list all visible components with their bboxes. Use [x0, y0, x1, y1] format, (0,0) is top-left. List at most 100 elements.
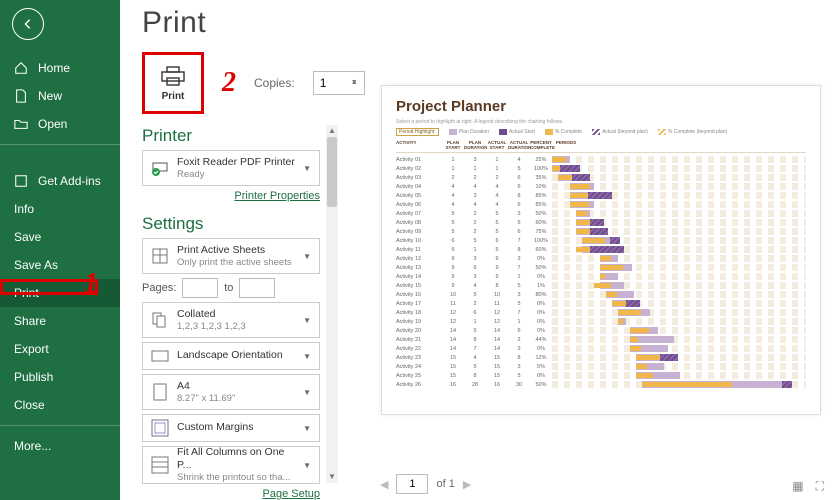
option-title: Print Active Sheets	[177, 244, 299, 257]
chevron-down-icon: ▼	[303, 424, 311, 433]
option-title: Custom Margins	[177, 421, 299, 434]
annotation-number-2: 2	[222, 67, 236, 99]
sidebar-item-export[interactable]: Export	[0, 335, 120, 363]
file-icon	[14, 89, 28, 103]
sidebar-label: Info	[14, 202, 34, 216]
scroll-up-icon[interactable]: ▲	[326, 125, 338, 137]
pages-to-input[interactable]	[239, 278, 275, 298]
margins-selector[interactable]: Custom Margins ▼	[142, 414, 320, 442]
home-icon	[14, 61, 28, 75]
preview-doc-title: Project Planner	[396, 98, 806, 115]
back-button[interactable]	[12, 8, 44, 40]
collated-selector[interactable]: Collated 1,2,3 1,2,3 1,2,3 ▼	[142, 302, 320, 338]
sidebar-item-home[interactable]: Home	[0, 54, 120, 82]
print-button-label: Print	[162, 91, 185, 102]
margins-icon	[151, 419, 169, 437]
scroll-down-icon[interactable]: ▼	[326, 471, 338, 483]
sidebar-item-close[interactable]: Close	[0, 391, 120, 419]
preview-gantt-row: Activity 251581550%	[396, 371, 806, 380]
preview-gantt-row: Activity 1293930%	[396, 254, 806, 263]
page-number-input[interactable]	[396, 474, 428, 494]
sidebar-item-getaddins[interactable]: Get Add-ins	[0, 167, 120, 195]
sidebar-item-more[interactable]: More...	[0, 432, 120, 460]
zoom-controls: ▦ ⛶	[792, 479, 824, 494]
sheets-icon	[151, 247, 169, 265]
sidebar-item-info[interactable]: Info	[0, 195, 120, 223]
sidebar-label: More...	[14, 439, 51, 453]
option-sub: Shrink the printout so tha...	[177, 472, 299, 484]
sidebar-item-publish[interactable]: Publish	[0, 363, 120, 391]
print-button[interactable]: Print	[142, 52, 204, 114]
orientation-selector[interactable]: Landscape Orientation ▼	[142, 342, 320, 370]
preview-gantt-row: Activity 13969750%	[396, 263, 806, 272]
sidebar-label: Save	[14, 230, 41, 244]
option-title: A4	[177, 380, 299, 393]
preview-legend: Period Highlight: Plan Duration Actual S…	[396, 128, 806, 136]
annotation-box-1	[0, 279, 98, 295]
sidebar-label: Close	[14, 398, 45, 412]
show-margins-icon[interactable]: ▦	[792, 479, 803, 494]
preview-gantt-row: Activity 1610510380%	[396, 290, 806, 299]
paper-size-selector[interactable]: A4 8.27" x 11.69" ▼	[142, 374, 320, 410]
legend-period-highlight: Period Highlight:	[396, 128, 439, 136]
printer-status-icon	[151, 159, 169, 177]
sidebar-item-new[interactable]: New	[0, 82, 120, 110]
option-title: Landscape Orientation	[177, 349, 299, 362]
copies-input[interactable]: 1 ▲▼	[313, 71, 365, 95]
preview-page: Project Planner Select a period to highl…	[381, 85, 821, 415]
chevron-down-icon: ▼	[303, 461, 311, 470]
sidebar-separator	[0, 425, 120, 426]
scaling-selector[interactable]: Fit All Columns on One P... Shrink the p…	[142, 446, 320, 484]
option-title: Fit All Columns on One P...	[177, 446, 299, 472]
page-title: Print	[142, 6, 818, 40]
sidebar-item-saveas[interactable]: Save As	[0, 251, 120, 279]
sidebar-label: Home	[38, 61, 70, 75]
preview-gantt-row: Activity 11615860%	[396, 245, 806, 254]
sidebar-label: Open	[38, 117, 67, 131]
preview-gantt-row: Activity 2315415812%	[396, 353, 806, 362]
pages-label: Pages:	[142, 282, 176, 294]
pages-range-row: Pages: to	[142, 278, 320, 298]
preview-gantt-row: Activity 2114814244%	[396, 335, 806, 344]
copies-label: Copies:	[254, 76, 295, 90]
print-what-selector[interactable]: Print Active Sheets Only print the activ…	[142, 238, 320, 274]
preview-gantt-row: Activity 1493910%	[396, 272, 806, 281]
arrow-left-icon	[21, 17, 35, 31]
printer-name: Foxit Reader PDF Printer	[177, 156, 299, 169]
settings-scrollbar[interactable]: ▲ ▼	[326, 125, 338, 483]
zoom-to-page-icon[interactable]: ⛶	[816, 479, 824, 494]
option-title: Collated	[177, 308, 299, 321]
sidebar-item-open[interactable]: Open	[0, 110, 120, 138]
printer-status: Ready	[177, 169, 299, 181]
addins-icon	[14, 174, 28, 188]
preview-gantt-row: Activity 08525560%	[396, 218, 806, 227]
sidebar-label: Export	[14, 342, 49, 356]
printer-selector[interactable]: Foxit Reader PDF Printer Ready ▼	[142, 150, 320, 186]
pages-from-input[interactable]	[182, 278, 218, 298]
scaling-icon	[151, 456, 169, 474]
chevron-down-icon: ▼	[303, 352, 311, 361]
preview-gantt-row: Activity 181261270%	[396, 308, 806, 317]
preview-gantt-row: Activity 261628163050%	[396, 380, 806, 389]
option-sub: Only print the active sheets	[177, 257, 299, 269]
sidebar-label: New	[38, 89, 62, 103]
preview-gantt-body: Activity 01131425%Activity 021115100%Act…	[396, 155, 806, 389]
page-setup-link[interactable]: Page Setup	[142, 488, 320, 500]
prev-page-button[interactable]: ◀	[380, 478, 388, 491]
scroll-thumb[interactable]	[327, 137, 337, 207]
printer-properties-link[interactable]: Printer Properties	[142, 190, 320, 202]
option-sub: 8.27" x 11.69"	[177, 393, 299, 405]
orientation-icon	[151, 347, 169, 365]
sidebar-item-save[interactable]: Save	[0, 223, 120, 251]
sidebar-item-share[interactable]: Share	[0, 307, 120, 335]
chevron-down-icon: ▼	[303, 164, 311, 173]
preview-gantt-row: Activity 106567100%	[396, 236, 806, 245]
preview-gantt-row: Activity 241551535%	[396, 362, 806, 371]
chevron-down-icon: ▼	[303, 388, 311, 397]
next-page-button[interactable]: ▶	[463, 478, 471, 491]
sidebar-label: Get Add-ins	[38, 174, 101, 188]
preview-gantt-row: Activity 04444610%	[396, 182, 806, 191]
sidebar-label: Publish	[14, 370, 53, 384]
preview-gantt-row: Activity 1594851%	[396, 281, 806, 290]
folder-icon	[14, 117, 28, 131]
